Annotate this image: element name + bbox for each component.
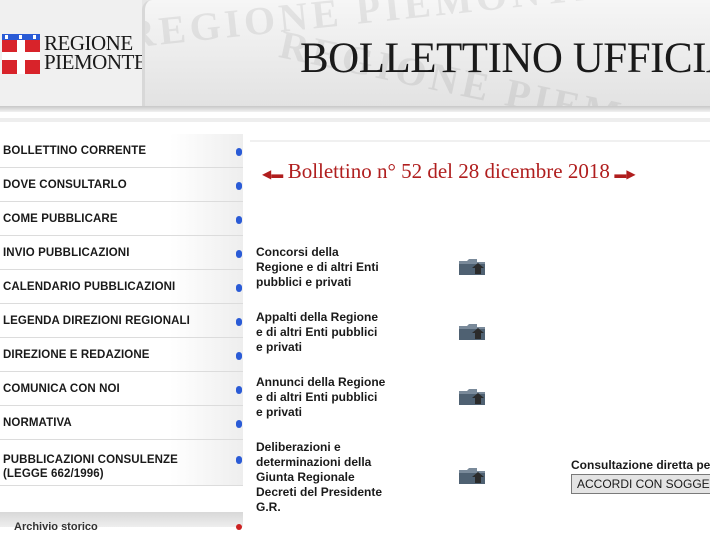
nav-item-label: INVIO PUBBLICAZIONI [3,247,130,259]
section-annunci[interactable]: Annunci della Regione e di altri Enti pu… [256,375,386,420]
title-band: REGIONE PIEMONTE REGIONE PIEMONTE BOLLET… [142,0,710,108]
nav-item-pubblicazioni-consulenze[interactable]: PUBBLICAZIONI CONSULENZE (LEGGE 662/1996… [0,440,243,486]
folder-icon[interactable] [458,258,486,276]
nav-item-come-pubblicare[interactable]: COME PUBBLICARE [0,202,243,236]
nav-item-label: CALENDARIO PUBBLICAZIONI [3,281,176,293]
regione-piemonte-flag-icon [2,34,40,74]
folder-icon[interactable] [458,467,486,485]
prev-arrow-icon[interactable]: ◀▬ [262,167,283,181]
bullet-icon [236,318,242,326]
consultazione-select[interactable]: ACCORDI CON SOGGETTI [571,474,710,494]
sub-divider [0,118,710,122]
bollettino-heading: ◀▬ Bollettino n° 52 del 28 dicembre 2018… [262,159,636,184]
nav-item-archivio[interactable]: Archivio storico [0,512,243,533]
logo-text: REGIONE PIEMONTE [44,33,147,74]
bullet-icon [236,352,242,360]
bullet-icon [236,284,242,292]
bollettino-title: Bollettino n° 52 del 28 dicembre 2018 [287,159,610,183]
bullet-icon [236,148,242,156]
nav-item-label: Archivio storico [14,521,98,533]
section-appalti[interactable]: Appalti della Regione e di altri Enti pu… [256,310,386,355]
nav-item-comunica-con-noi[interactable]: COMUNICA CON NOI [0,372,243,406]
folder-icon[interactable] [458,388,486,406]
next-arrow-icon[interactable]: ▬▶ [614,167,635,181]
section-concorsi[interactable]: Concorsi della Regione e di altri Enti p… [256,245,386,290]
nav-item-label: DIREZIONE E REDAZIONE [3,349,150,361]
nav-item-label: COME PUBBLICARE [3,213,118,225]
page-title: BOLLETTINO UFFICIALE [300,35,710,82]
nav-item-calendario-pubblicazioni[interactable]: CALENDARIO PUBBLICAZIONI [0,270,243,304]
nav-item-invio-pubblicazioni[interactable]: INVIO PUBBLICAZIONI [0,236,243,270]
bullet-icon [236,456,242,464]
header-divider [0,106,710,112]
bullet-icon [236,216,242,224]
header: REGIONE PIEMONTE REGIONE PIEMONTE REGION… [0,0,710,112]
nav-item-normativa[interactable]: NORMATIVA [0,406,243,440]
nav-item-label: LEGENDA DIREZIONI REGIONALI [3,315,190,327]
section-deliberazioni[interactable]: Deliberazioni e determinazioni della Giu… [256,440,386,515]
content-top-divider [250,140,710,142]
nav-item-direzione-redazione[interactable]: DIREZIONE E REDAZIONE [0,338,243,372]
bullet-icon [236,182,242,190]
nav-item-label: DOVE CONSULTARLO [3,179,127,191]
logo[interactable]: REGIONE PIEMONTE [0,0,147,108]
nav-item-label: BOLLETTINO CORRENTE [3,145,147,157]
sidebar-nav: BOLLETTINO CORRENTE DOVE CONSULTARLO COM… [0,134,243,486]
bullet-icon [236,386,242,394]
consultazione-label: Consultazione diretta per [571,458,710,472]
folder-icon[interactable] [458,323,486,341]
nav-item-bollettino-corrente[interactable]: BOLLETTINO CORRENTE [0,134,243,168]
nav-item-label: PUBBLICAZIONI CONSULENZE (LEGGE 662/1996… [3,454,178,480]
bullet-icon [236,420,242,428]
nav-item-legenda-direzioni[interactable]: LEGENDA DIREZIONI REGIONALI [0,304,243,338]
nav-item-label: NORMATIVA [3,417,72,429]
logo-line-2: PIEMONTE [44,50,147,74]
bullet-icon [236,524,242,530]
bullet-icon [236,250,242,258]
nav-item-label: COMUNICA CON NOI [3,383,120,395]
nav-item-dove-consultarlo[interactable]: DOVE CONSULTARLO [0,168,243,202]
